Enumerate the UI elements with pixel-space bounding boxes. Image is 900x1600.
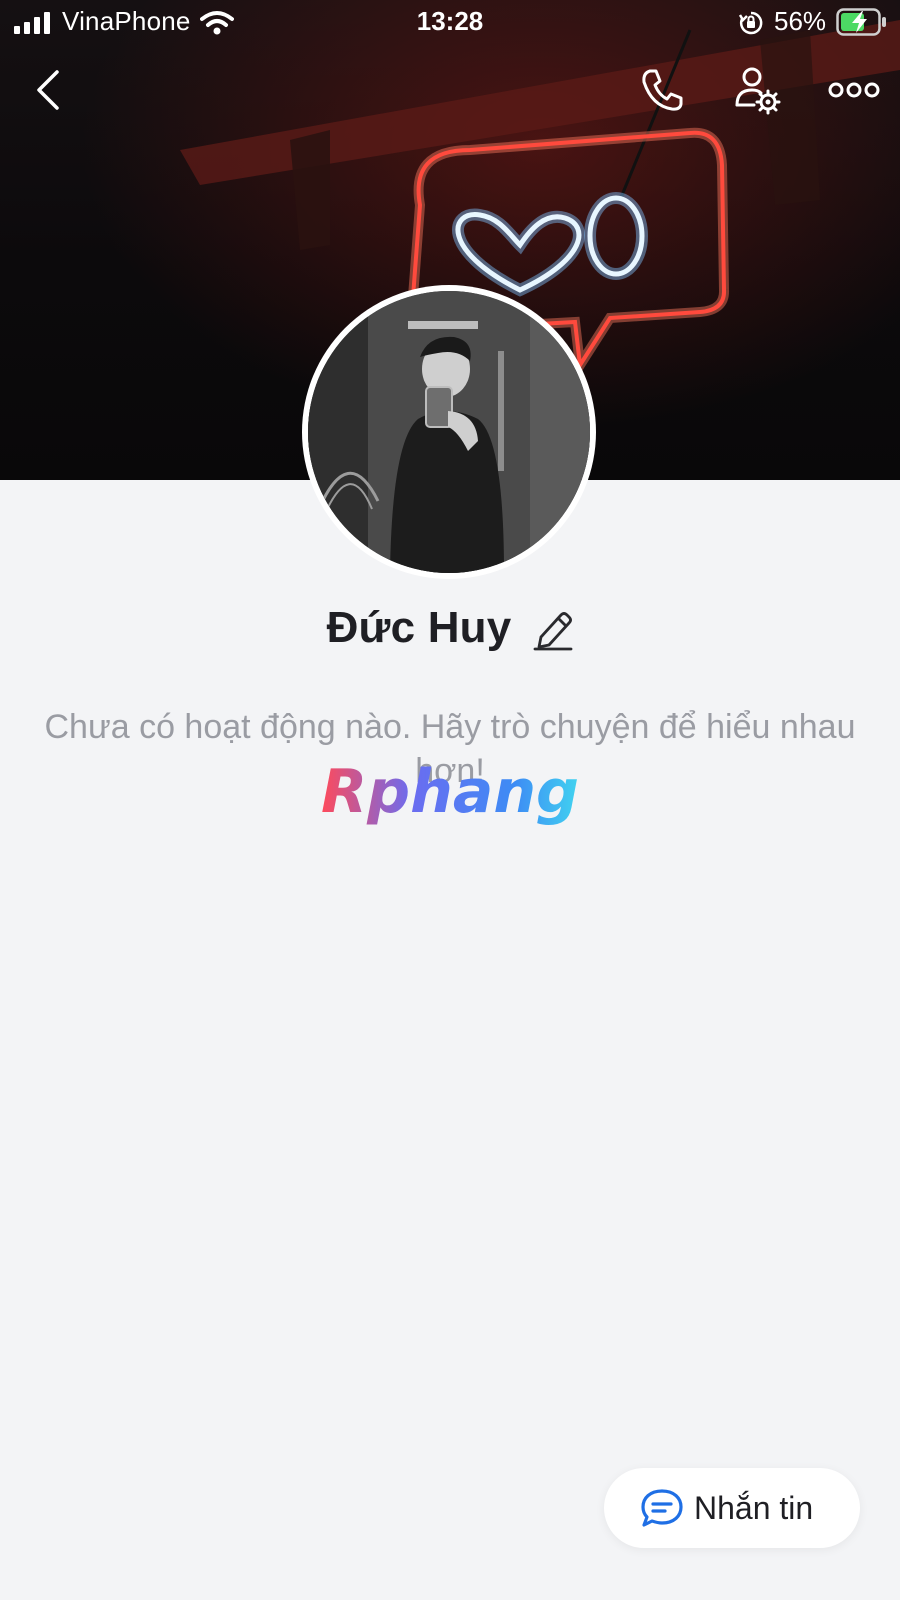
profile-name-row: Đức Huy — [0, 603, 900, 653]
status-bar: VinaPhone 13:28 56% — [0, 0, 900, 46]
call-button[interactable] — [632, 60, 692, 120]
message-button[interactable]: Nhắn tin — [604, 1468, 860, 1548]
back-arrow-icon — [37, 70, 59, 110]
battery-percent: 56% — [774, 6, 827, 36]
status-time: 13:28 — [416, 6, 484, 36]
message-button-label: Nhắn tin — [694, 1489, 814, 1526]
back-button[interactable] — [18, 60, 78, 120]
chat-bubble-icon — [641, 1489, 683, 1527]
watermark-text: Rphang — [321, 760, 579, 827]
avatar-photo — [308, 291, 590, 573]
more-options-button[interactable] — [824, 60, 884, 120]
profile-name: Đức Huy — [326, 603, 512, 652]
more-options-icon — [828, 82, 880, 98]
avatar-person-illustration — [308, 291, 590, 573]
watermark-logo: Rphang — [321, 760, 579, 827]
pencil-icon[interactable] — [533, 607, 573, 651]
battery-charging-icon — [836, 8, 886, 36]
avatar[interactable] — [302, 285, 596, 579]
rotation-lock-icon — [738, 11, 763, 35]
user-settings-icon — [735, 67, 781, 115]
phone-icon — [642, 69, 683, 111]
profile-settings-button[interactable] — [728, 60, 788, 120]
